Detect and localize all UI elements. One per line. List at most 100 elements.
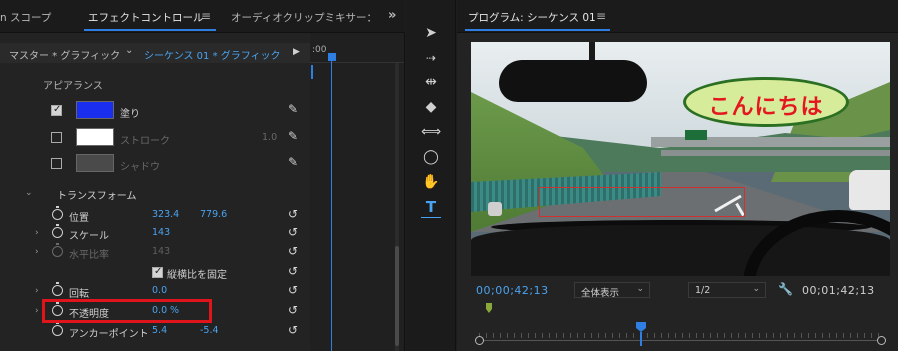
active-tab-indicator [84,29,216,31]
program-video-frame[interactable]: こんにちは [471,42,890,276]
wrench-icon[interactable]: 🔧 [778,282,793,296]
twirl-right-icon[interactable]: › [35,228,39,238]
rectangle-overlay[interactable] [539,187,745,217]
type-tool-icon[interactable]: T [420,197,442,218]
tools-panel: ➤ ⇢ ⇹ ◆ ⟺ ◯ ✋ T [406,0,456,351]
reset-icon[interactable]: ↺ [288,303,298,317]
tab-scopes[interactable]: n スコープ [0,10,51,25]
eyedropper-icon[interactable]: ✎ [288,129,298,143]
twirl-right-icon[interactable]: › [35,247,39,257]
hand-tool-icon[interactable]: ✋ [420,172,442,192]
playhead-handle[interactable] [636,322,646,332]
video-mirror-stem [589,42,595,62]
scrollbar-thumb[interactable] [395,246,399,346]
uniform-scale-checkbox[interactable] [152,266,163,278]
chevron-down-icon: ⌄ [636,284,644,294]
panel-menu-icon[interactable]: ≡ [201,9,211,23]
rotation-value[interactable]: 0.0 [152,285,167,296]
program-monitor: プログラム: シーケンス 01 ≡ こんにちは 00;00;42;13 全体表示… [457,0,898,351]
resolution-select[interactable]: 1/2 ⌄ [688,282,766,298]
fill-label: 塗り [120,109,140,120]
effect-timeline[interactable]: :00 [310,33,404,351]
reset-icon[interactable]: ↺ [288,264,298,278]
twirl-right-icon[interactable]: › [35,286,39,296]
zoom-handle-left[interactable] [475,336,484,345]
duration-timecode: 00;01;42;13 [802,284,875,297]
video-overpass [661,150,890,156]
video-car [849,170,890,210]
video-rearview-mirror [499,60,647,102]
video-road-sign [685,130,707,140]
scrubber-line [479,340,884,341]
reset-icon[interactable]: ↺ [288,225,298,239]
position-x-value[interactable]: 323.4 [152,209,179,220]
slip-tool-icon[interactable]: ⟺ [420,122,442,142]
playhead-line [331,61,332,351]
fill-color-swatch[interactable] [76,101,114,119]
scale-width-label: 水平比率 [69,250,109,261]
effect-controls-panel: n スコープ エフェクトコントロール ≡ オーディオクリップミキサー： » マス… [0,0,405,351]
reset-icon[interactable]: ↺ [288,323,298,337]
twirl-right-icon[interactable]: › [35,306,39,316]
stroke-color-swatch[interactable] [76,128,114,146]
in-point-marker[interactable] [486,303,492,313]
current-timecode[interactable]: 00;00;42;13 [476,284,549,297]
selection-tool-icon[interactable]: ➤ [420,23,442,43]
fill-checkbox[interactable] [51,104,62,116]
ruler-time-label: :00 [312,45,327,55]
opacity-highlight-box [42,299,212,323]
rotation-label: 回転 [69,289,89,300]
track-select-tool-icon[interactable]: ⇢ [420,48,442,68]
stopwatch-icon[interactable] [52,206,63,220]
razor-tool-icon[interactable]: ◆ [420,97,442,117]
stopwatch-icon[interactable] [52,322,63,336]
program-controls: 00;00;42;13 全体表示 ⌄ 1/2 ⌄ 🔧 00;01;42;13 [457,280,898,304]
position-y-value[interactable]: 779.6 [200,209,227,220]
play-icon[interactable]: ▶ [293,47,300,57]
property-row-scale: › スケール 143 ↺ [0,224,310,244]
scale-label: スケール [69,231,109,242]
shadow-color-swatch[interactable] [76,154,114,172]
eyedropper-icon[interactable]: ✎ [288,155,298,169]
stopwatch-icon [52,243,63,257]
reset-icon[interactable]: ↺ [288,207,298,221]
panel-menu-icon[interactable]: ≡ [596,9,606,23]
chevron-down-icon[interactable]: ⌄ [125,45,133,56]
program-tab-bar: プログラム: シーケンス 01 ≡ [457,0,898,33]
appearance-header: アピアランス [43,81,103,92]
shadow-checkbox[interactable] [51,158,62,169]
scale-value[interactable]: 143 [152,227,170,238]
program-scrubber[interactable] [475,333,888,347]
property-row-position: 位置 323.4 779.6 ↺ [0,206,310,226]
reset-icon[interactable]: ↺ [288,244,298,258]
playhead-line [640,332,642,346]
stopwatch-icon[interactable] [52,282,63,296]
stroke-width-value[interactable]: 1.0 [262,132,277,143]
reset-icon[interactable]: ↺ [288,283,298,297]
transform-group[interactable]: ⌄ トランスフォーム [0,186,310,204]
tab-effect-controls[interactable]: エフェクトコントロール [88,10,204,25]
twirl-down-icon[interactable]: ⌄ [25,188,33,198]
tab-audio-clip-mixer[interactable]: オーディオクリップミキサー： [231,10,377,25]
zoom-select[interactable]: 全体表示 ⌄ [574,282,650,299]
shadow-label: シャドウ [120,162,160,173]
overlay-text[interactable]: こんにちは [686,89,846,121]
uniform-scale-label: 縦横比を固定 [167,270,227,281]
ripple-edit-tool-icon[interactable]: ⇹ [420,72,442,92]
zoom-handle-right[interactable] [877,336,886,345]
stroke-checkbox[interactable] [51,132,62,143]
left-tab-bar: n スコープ エフェクトコントロール ≡ オーディオクリップミキサー： » [0,0,405,33]
text-bubble-graphic[interactable]: こんにちは [683,77,849,127]
zoom-value: 全体表示 [581,288,620,299]
program-monitor-title[interactable]: プログラム: シーケンス 01 [468,10,596,25]
stopwatch-icon[interactable] [52,224,63,238]
sequence-clip-link[interactable]: シーケンス 01 * グラフィック [144,47,281,62]
eyedropper-icon[interactable]: ✎ [288,102,298,116]
master-clip-label[interactable]: マスター * グラフィック [9,47,120,62]
playhead-handle[interactable] [328,53,336,61]
property-row-scale-width: › 水平比率 143 ↺ [0,243,310,263]
overflow-icon[interactable]: » [388,8,396,23]
anchor-y-value[interactable]: -5.4 [200,325,219,336]
ellipse-tool-icon[interactable]: ◯ [420,147,442,167]
anchor-x-value[interactable]: 5.4 [152,325,167,336]
